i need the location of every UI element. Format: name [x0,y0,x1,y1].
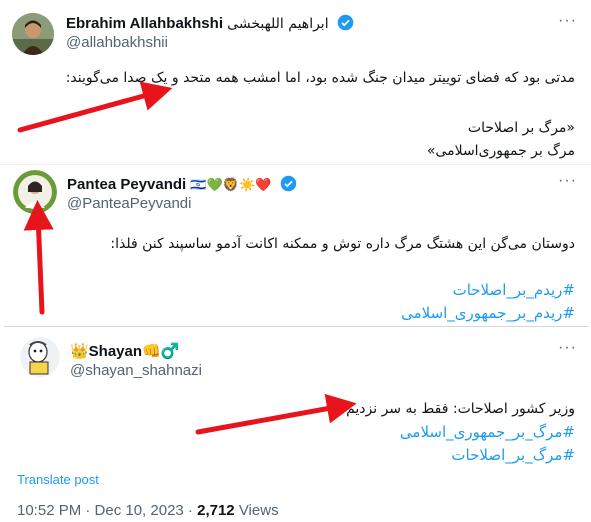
tweet-text: وزیر کشور اصلاحات: فقط به سر نزدیم! [340,401,575,417]
post-timestamp[interactable]: 10:52 PM · Dec 10, 2023 · [17,502,197,519]
author-handle[interactable]: @PanteaPeyvandi [67,195,191,212]
translate-post-link[interactable]: Translate post [17,472,99,487]
author-handle[interactable]: @shayan_shahnazi [70,362,202,379]
views-count: 2,712 [197,502,235,519]
hashtag-link[interactable]: #ریدم_بر_اصلاحات [453,281,575,299]
verified-icon [280,175,296,192]
hashtag-link[interactable]: #مرگ_بر_جمهوری_اسلامی [400,423,575,441]
more-options-icon[interactable]: ··· [558,172,577,190]
author-name[interactable]: Ebrahim Allahbakhshi ابراهیم اللهبخشی [66,14,354,32]
tweet-text-line: مرگ بر جمهوری‌اسلامی» [426,143,575,159]
more-options-icon[interactable]: ··· [558,339,577,357]
tweet-text: دوستان می‌گن این هشتگ مرگ داره توش و ممک… [110,236,575,252]
author-name[interactable]: 👑Shayan👊♂️ [70,342,179,360]
author-name[interactable]: Pantea Peyvandi 🇮🇱💚🦁☀️❤️ [67,175,297,193]
divider [0,164,591,165]
views-label: Views [234,502,279,519]
verified-icon [337,14,354,31]
avatar-pantea[interactable] [13,170,57,214]
author-handle[interactable]: @allahbakhshii [66,34,168,51]
red-arrow [17,81,173,133]
tweet-text-line: مدتی بود که فضای توییتر میدان جنگ شده بو… [65,70,575,86]
hashtag-link[interactable]: #مرگ_بر_اصلاحات [451,446,575,464]
red-arrow [23,200,54,315]
more-options-icon[interactable]: ··· [558,12,577,30]
post-metadata: 10:52 PM · Dec 10, 2023 · 2,712 Views [17,502,279,519]
avatar-allahbakhshi[interactable] [12,13,54,55]
tweet-text-line: «مرگ بر اصلاحات [467,120,575,136]
avatar-shayan[interactable] [20,337,60,377]
hashtag-link[interactable]: #ریدم_بر_جمهوری_اسلامی [401,304,575,322]
